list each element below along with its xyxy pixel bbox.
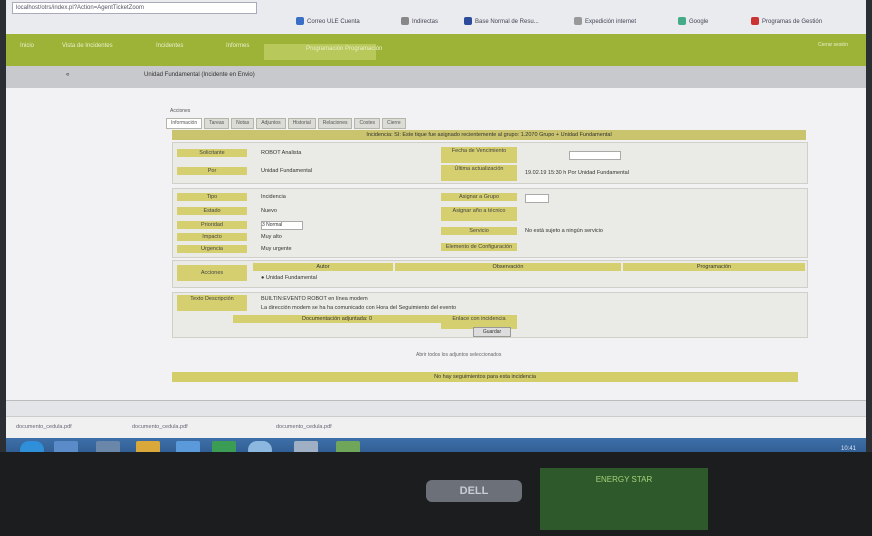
app-icon[interactable] [336, 441, 360, 452]
grupo-select[interactable] [525, 194, 549, 203]
prioridad-label: Prioridad [177, 221, 247, 229]
tab-notas[interactable]: Notas [231, 118, 255, 129]
bookmark-icon [678, 17, 686, 26]
actions-box: Acciones Autor Observación Programación … [172, 260, 808, 288]
bookmark-item[interactable]: Indirectas [401, 16, 438, 28]
ultima-value: 19.02.19 15:30 h Por Unidad Fundamental [525, 170, 629, 176]
page-title: Unidad Fundamental (Incidente en Envio) [144, 72, 255, 78]
servicio-value: No está sujeto a ningún servicio [525, 228, 603, 234]
grupo-label: Asignar a Grupo [441, 193, 517, 201]
ultima-label: Última actualización [441, 165, 517, 181]
description-label: Texto Descripción [177, 295, 247, 311]
no-followups-band: No hay seguimientos para esta incidencia [172, 372, 798, 382]
excel-icon[interactable] [212, 441, 236, 452]
monitor-brand-logo: DELL [426, 480, 522, 502]
nav-programacion[interactable]: Programación Programación [306, 46, 382, 52]
horizontal-scrollbar[interactable] [6, 400, 866, 417]
back-arrow-icon[interactable]: « [66, 72, 69, 78]
tipo-label: Tipo [177, 193, 247, 201]
tab-cierre[interactable]: Cierre [382, 118, 406, 129]
download-item[interactable]: documento_cedula.pdf [276, 424, 332, 430]
app-icon[interactable] [96, 441, 120, 452]
word-icon[interactable] [176, 441, 200, 452]
app-header: Inicio Vista de Incidentes Incidentes In… [6, 34, 866, 66]
attachments-note[interactable]: Abrir todos los adjuntos seleccionados [416, 352, 501, 358]
col-programacion: Programación [623, 263, 805, 271]
tipo-value: Incidencia [261, 194, 286, 200]
col-observacion: Observación [395, 263, 621, 271]
description-line-1: BUILTIN:EVENTO ROBOT en línea modem [261, 296, 368, 302]
bookmark-icon [464, 17, 472, 26]
tab-adjuntos[interactable]: Adjuntos [256, 118, 286, 129]
actions-label: Acciones [177, 265, 247, 281]
download-item[interactable]: documento_cedula.pdf [16, 424, 72, 430]
energy-sticker: ENERGY STAR [540, 468, 708, 530]
nav-incidentes[interactable]: Incidentes [156, 43, 183, 49]
ticket-header-band: Incidencia: SI: Este tique fue asignado … [172, 130, 806, 140]
solicitante-value: ROBOT Analista [261, 150, 302, 156]
address-bar[interactable]: localhost/otrs/index.pl?Action=AgentTick… [12, 2, 257, 14]
classification-box: Tipo Incidencia Estado Nuevo Prioridad 3… [172, 188, 808, 258]
save-button[interactable]: Guardar [473, 327, 511, 337]
nav-vista-incidentes[interactable]: Vista de Incidentes [62, 43, 113, 49]
bookmark-icon [574, 17, 582, 26]
tab-costes[interactable]: Costes [354, 118, 381, 129]
bookmark-icon [296, 17, 304, 26]
toolbar-label: Acciones [170, 108, 191, 114]
por-value: Unidad Fundamental [261, 168, 313, 174]
explorer-icon[interactable] [54, 441, 78, 452]
monitor-screen: localhost/otrs/index.pl?Action=AgentTick… [6, 0, 866, 452]
bookmark-icon [751, 17, 759, 26]
download-item[interactable]: documento_cedula.pdf [132, 424, 188, 430]
downloads-bar: documento_cedula.pdf documento_cedula.pd… [6, 416, 866, 439]
ticket-page: Acciones Información Tareas Notas Adjunt… [6, 88, 866, 400]
description-line-2: La dirección modem se ha ha comunicado c… [261, 305, 457, 311]
asignado-label: Asignar año a técnico [441, 207, 517, 221]
details-box: Solicitante ROBOT Analista Por Unidad Fu… [172, 142, 808, 184]
bookmark-item[interactable]: Expedición internet [574, 16, 636, 28]
bookmark-item[interactable]: Base Normal de Resu... [464, 16, 539, 28]
prioridad-select[interactable]: 3 Normal [261, 221, 303, 230]
estado-label: Estado [177, 207, 247, 215]
attachments-count[interactable]: Documentación adjuntada: 0 [233, 315, 441, 323]
nav-informes[interactable]: Informes [226, 43, 249, 49]
tab-informacion[interactable]: Información [166, 118, 203, 129]
elemento-label: Elemento de Configuración [441, 243, 517, 251]
impacto-label: Impacto [177, 233, 247, 241]
urgencia-label: Urgencia [177, 245, 247, 253]
bookmark-item[interactable]: Programas de Gestión [751, 16, 822, 28]
bookmark-item[interactable]: Google [678, 16, 708, 28]
col-autor: Autor [253, 263, 393, 271]
user-icon: ● [261, 275, 265, 281]
logout-link[interactable]: Cerrar sesión [818, 42, 848, 48]
chrome-icon[interactable] [248, 441, 272, 452]
por-label: Por [177, 167, 247, 175]
fecha-label: Fecha de Vencimiento [441, 147, 517, 163]
folder-icon[interactable] [136, 441, 160, 452]
bookmark-icon [401, 17, 409, 26]
action-author: ● Unidad Fundamental [261, 275, 317, 281]
window-icon[interactable] [294, 441, 318, 452]
solicitante-label: Solicitante [177, 149, 247, 157]
servicio-label: Servicio [441, 227, 517, 235]
start-icon[interactable] [20, 441, 44, 452]
tab-relaciones[interactable]: Relaciones [317, 118, 353, 129]
urgencia-value: Muy urgente [261, 246, 292, 252]
breadcrumb: « Unidad Fundamental (Incidente en Envio… [6, 66, 866, 88]
tab-tareas[interactable]: Tareas [204, 118, 230, 129]
windows-taskbar: 10:41 [6, 438, 866, 452]
tab-historial[interactable]: Historial [287, 118, 316, 129]
estado-value: Nuevo [261, 208, 277, 214]
description-box: Texto Descripción BUILTIN:EVENTO ROBOT e… [172, 292, 808, 338]
tab-strip: Información Tareas Notas Adjuntos Histor… [166, 118, 408, 129]
nav-inicio[interactable]: Inicio [20, 43, 34, 49]
impacto-value: Muy alto [261, 234, 282, 240]
fecha-input[interactable] [569, 151, 621, 160]
bookmark-item[interactable]: Correo ULE Cuenta [296, 16, 360, 28]
browser-bookmarks-bar: localhost/otrs/index.pl?Action=AgentTick… [6, 0, 866, 35]
